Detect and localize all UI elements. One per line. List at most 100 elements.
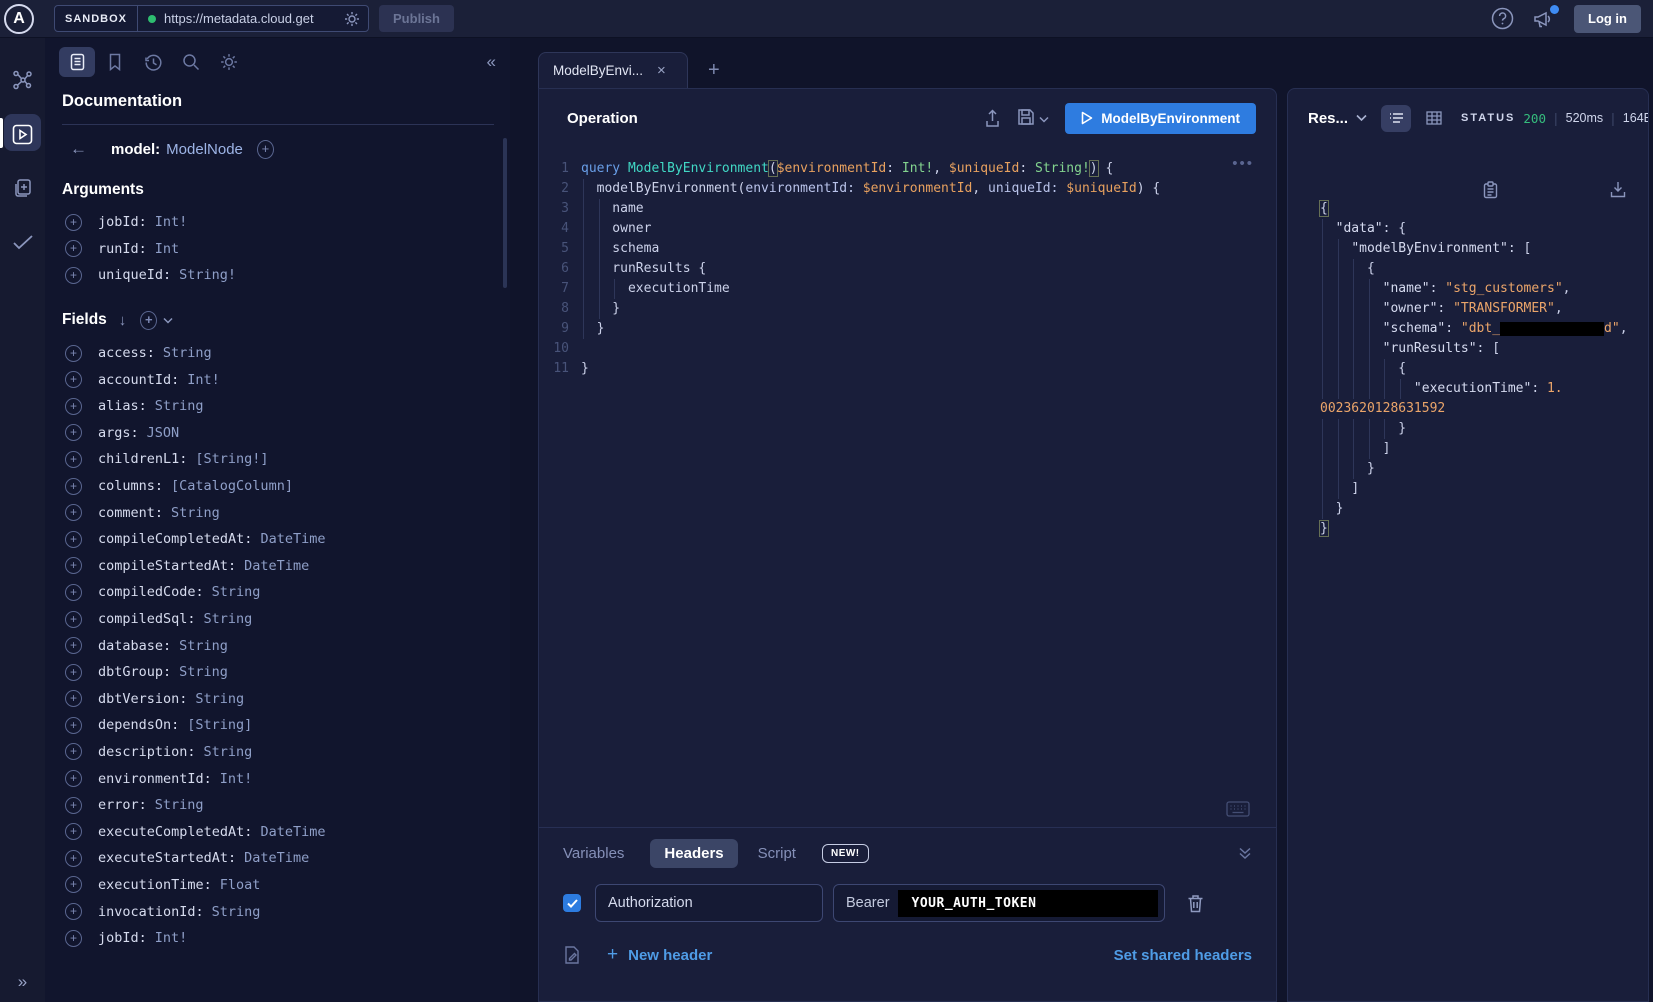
- search-icon[interactable]: [173, 47, 209, 77]
- field-name[interactable]: description:: [98, 744, 196, 760]
- add-to-query-icon[interactable]: +: [65, 424, 82, 441]
- argument-type[interactable]: String!: [179, 267, 236, 283]
- field-type[interactable]: JSON: [147, 425, 180, 441]
- save-group[interactable]: [1017, 108, 1049, 129]
- download-response-icon[interactable]: [1516, 161, 1626, 226]
- sort-fields-icon[interactable]: ↓: [119, 312, 127, 329]
- add-to-query-icon[interactable]: +: [65, 478, 82, 495]
- field-type[interactable]: Int!: [220, 771, 253, 787]
- field-name[interactable]: compileCompletedAt:: [98, 531, 252, 547]
- share-icon[interactable]: [984, 109, 1001, 128]
- field-name[interactable]: accountId:: [98, 372, 179, 388]
- field-type[interactable]: Int!: [155, 930, 188, 946]
- argument-name[interactable]: runId:: [98, 241, 147, 257]
- field-name[interactable]: invocationId:: [98, 904, 204, 920]
- tab-variables[interactable]: Variables: [563, 845, 624, 862]
- argument-name[interactable]: jobId:: [98, 214, 147, 230]
- back-arrow-icon[interactable]: ←: [70, 139, 87, 159]
- field-name[interactable]: access:: [98, 345, 155, 361]
- collapse-docs-icon[interactable]: «: [487, 52, 496, 72]
- add-to-query-icon[interactable]: +: [65, 345, 82, 362]
- field-name[interactable]: compiledSql:: [98, 611, 196, 627]
- checklist-icon[interactable]: [0, 222, 45, 262]
- field-type[interactable]: String: [204, 611, 253, 627]
- add-type-icon[interactable]: +: [257, 140, 274, 159]
- add-header-button[interactable]: + New header: [607, 944, 712, 966]
- close-tab-icon[interactable]: ×: [657, 62, 666, 79]
- argument-name[interactable]: uniqueId:: [98, 267, 171, 283]
- field-type[interactable]: String: [163, 345, 212, 361]
- headers-file-icon[interactable]: [563, 945, 581, 965]
- field-name[interactable]: jobId:: [98, 930, 147, 946]
- response-selector[interactable]: Res...: [1308, 110, 1348, 127]
- response-selector-chevron-icon[interactable]: [1356, 114, 1367, 122]
- field-name[interactable]: alias:: [98, 398, 147, 414]
- header-value-input[interactable]: Bearer YOUR_AUTH_TOKEN: [833, 884, 1165, 922]
- field-name[interactable]: dbtGroup:: [98, 664, 171, 680]
- auth-token-value[interactable]: YOUR_AUTH_TOKEN: [898, 890, 1158, 917]
- tab-script[interactable]: Script: [758, 845, 796, 862]
- add-to-query-icon[interactable]: +: [65, 451, 82, 468]
- add-to-query-icon[interactable]: +: [65, 903, 82, 920]
- set-shared-headers-link[interactable]: Set shared headers: [1114, 947, 1252, 964]
- sandbox-endpoint-chip[interactable]: SANDBOX https://metadata.cloud.get: [54, 5, 369, 32]
- field-type[interactable]: String: [179, 638, 228, 654]
- add-to-query-icon[interactable]: +: [65, 557, 82, 574]
- collapse-panel-icon[interactable]: [1238, 846, 1252, 860]
- save-menu-chevron-icon[interactable]: [1039, 110, 1049, 126]
- collections-icon[interactable]: [0, 168, 45, 208]
- field-type[interactable]: String: [155, 398, 204, 414]
- breadcrumb-type[interactable]: ModelNode: [166, 141, 243, 158]
- query-editor[interactable]: 1234567891011 query ModelByEnvironment($…: [539, 147, 1276, 827]
- field-name[interactable]: compiledCode:: [98, 584, 204, 600]
- field-type[interactable]: [String]: [187, 717, 252, 733]
- run-operation-button[interactable]: ModelByEnvironment: [1065, 103, 1256, 134]
- history-icon[interactable]: [135, 47, 171, 77]
- field-name[interactable]: columns:: [98, 478, 163, 494]
- add-to-query-icon[interactable]: +: [65, 743, 82, 760]
- add-fields-chevron-icon[interactable]: [163, 317, 173, 324]
- field-name[interactable]: executionTime:: [98, 877, 212, 893]
- add-to-query-icon[interactable]: +: [65, 584, 82, 601]
- add-to-query-icon[interactable]: +: [65, 637, 82, 654]
- field-type[interactable]: String: [195, 691, 244, 707]
- add-to-query-icon[interactable]: +: [65, 930, 82, 947]
- editor-code[interactable]: query ModelByEnvironment($environmentId:…: [581, 159, 1276, 827]
- header-enabled-checkbox[interactable]: [563, 894, 581, 912]
- login-button[interactable]: Log in: [1574, 5, 1641, 33]
- add-to-query-icon[interactable]: +: [65, 823, 82, 840]
- schema-graph-icon[interactable]: [0, 60, 45, 100]
- field-type[interactable]: Int!: [187, 372, 220, 388]
- field-type[interactable]: DateTime: [260, 824, 325, 840]
- publish-button[interactable]: Publish: [379, 5, 454, 32]
- field-name[interactable]: database:: [98, 638, 171, 654]
- copy-response-icon[interactable]: [1389, 161, 1498, 226]
- field-name[interactable]: executeCompletedAt:: [98, 824, 252, 840]
- docs-settings-gear-icon[interactable]: [211, 47, 247, 77]
- field-type[interactable]: DateTime: [244, 558, 309, 574]
- argument-type[interactable]: Int!: [155, 214, 188, 230]
- endpoint-url-input[interactable]: https://metadata.cloud.get: [164, 11, 342, 26]
- add-to-query-icon[interactable]: +: [65, 371, 82, 388]
- explorer-icon[interactable]: [0, 114, 45, 154]
- add-all-fields-icon[interactable]: +: [140, 311, 157, 330]
- new-tab-icon[interactable]: +: [708, 59, 720, 82]
- operation-more-options-icon[interactable]: •••: [1232, 155, 1254, 172]
- delete-header-icon[interactable]: [1187, 894, 1204, 913]
- add-to-query-icon[interactable]: +: [65, 876, 82, 893]
- view-raw-toggle[interactable]: [1381, 105, 1411, 132]
- tab-headers[interactable]: Headers: [650, 839, 737, 868]
- help-icon[interactable]: [1491, 7, 1514, 30]
- docs-scrollbar[interactable]: [503, 138, 507, 288]
- add-to-query-icon[interactable]: +: [65, 504, 82, 521]
- add-to-query-icon[interactable]: +: [65, 240, 82, 257]
- keyboard-shortcuts-icon[interactable]: [1226, 801, 1250, 817]
- field-name[interactable]: childrenL1:: [98, 451, 187, 467]
- endpoint-settings-gear-icon[interactable]: [344, 11, 360, 27]
- field-name[interactable]: comment:: [98, 505, 163, 521]
- field-type[interactable]: String: [179, 664, 228, 680]
- field-type[interactable]: [String!]: [195, 451, 268, 467]
- add-to-query-icon[interactable]: +: [65, 267, 82, 284]
- announcements-icon[interactable]: [1532, 8, 1556, 30]
- field-name[interactable]: executeStartedAt:: [98, 850, 236, 866]
